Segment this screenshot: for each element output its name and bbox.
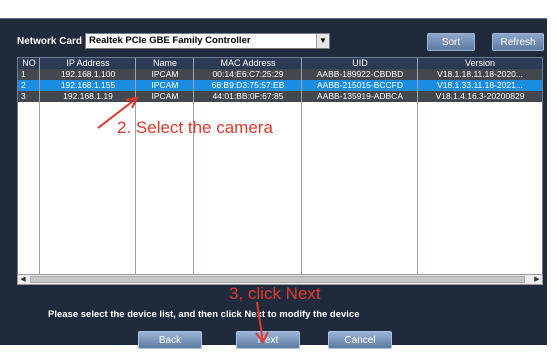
refresh-button[interactable]: Refresh: [492, 33, 544, 51]
col-header-ip[interactable]: IP Address: [40, 58, 136, 69]
scrollbar-thumb[interactable]: [30, 276, 525, 283]
col-divider: [193, 58, 194, 284]
col-header-mac[interactable]: MAC Address: [194, 58, 302, 69]
table-row[interactable]: 3 192.168.1.19 IPCAM 44:01:BB:0F:67:85 A…: [18, 91, 542, 102]
device-table: NO IP Address Name MAC Address UID Versi…: [17, 57, 543, 285]
col-header-no[interactable]: NO: [18, 58, 40, 69]
col-divider: [39, 58, 40, 284]
table-row-selected[interactable]: 2 192.168.1.155 IPCAM 68:B9:D3:75:57:EB …: [18, 80, 542, 91]
col-header-version[interactable]: Version: [418, 58, 542, 69]
instruction-text: Please select the device list, and then …: [48, 309, 360, 320]
table-header: NO IP Address Name MAC Address UID Versi…: [18, 58, 542, 69]
col-header-uid[interactable]: UID: [302, 58, 418, 69]
col-header-name[interactable]: Name: [136, 58, 194, 69]
network-card-select[interactable]: Realtek PCIe GBE Family Controller ▼: [85, 33, 330, 49]
scroll-left-icon[interactable]: ◀: [18, 275, 28, 284]
col-divider: [135, 58, 136, 284]
back-button[interactable]: Back: [138, 331, 202, 349]
next-button[interactable]: Next: [236, 331, 300, 349]
network-card-label: Network Card: [17, 36, 83, 47]
table-row[interactable]: 1 192.168.1.100 IPCAM 00:14:E6:C7:25:29 …: [18, 69, 542, 80]
network-card-value: Realtek PCIe GBE Family Controller: [89, 35, 251, 46]
col-divider: [417, 58, 418, 284]
annotation-step3: 3, click Next: [229, 284, 321, 303]
sort-button[interactable]: Sort: [427, 33, 475, 51]
cancel-button[interactable]: Cancel: [328, 331, 392, 349]
chevron-down-icon[interactable]: ▼: [316, 34, 329, 48]
col-divider: [301, 58, 302, 284]
annotation-step2: 2. Select the camera: [117, 118, 273, 137]
scroll-right-icon[interactable]: ▶: [532, 275, 542, 284]
